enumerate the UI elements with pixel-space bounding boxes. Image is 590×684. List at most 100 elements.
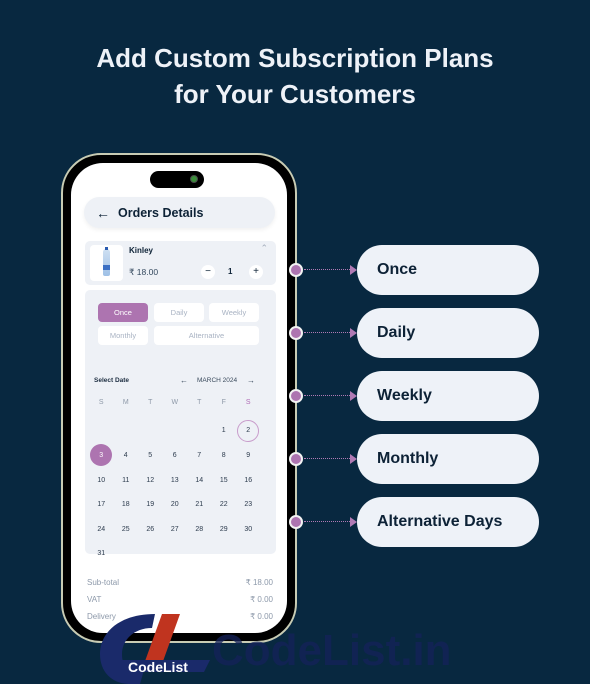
calendar-day[interactable]: 9 [236, 443, 261, 468]
totals-label: Sub-total [87, 578, 120, 587]
totals-row-vat: VAT ₹ 0.00 [87, 595, 273, 612]
calendar-day[interactable]: 30 [236, 517, 261, 542]
calendar-day-selected[interactable]: 3 [89, 443, 114, 468]
arrow-right-icon [350, 517, 357, 527]
calendar-day[interactable]: 28 [187, 517, 212, 542]
plan-option-daily[interactable]: Daily [154, 303, 204, 322]
calendar-day[interactable]: 12 [138, 468, 163, 493]
chevron-up-icon[interactable]: ⌃ [260, 243, 268, 254]
weekday-header: M [122, 399, 129, 406]
calendar-day[interactable]: 22 [212, 492, 237, 517]
arrow-right-icon [350, 454, 357, 464]
calendar-day[interactable]: 8 [212, 443, 237, 468]
totals-value: ₹ 18.00 [245, 578, 273, 587]
callout-label: Monthly [357, 434, 539, 484]
plan-option-once[interactable]: Once [98, 303, 148, 322]
plan-option-alternative[interactable]: Alternative [154, 326, 259, 345]
back-arrow-icon[interactable]: ← [96, 205, 110, 221]
product-thumbnail [90, 245, 123, 281]
logo-brand-text: CodeList [128, 659, 188, 675]
connector-dot [289, 263, 303, 277]
headline-line-1: Add Custom Subscription Plans [96, 43, 494, 73]
order-item-card: Kinley ₹ 18.00 ⌃ − 1 + [85, 241, 276, 285]
headline-line-2: for Your Customers [174, 79, 416, 109]
calendar-blank [187, 419, 212, 444]
calendar-day[interactable]: 25 [114, 517, 139, 542]
calendar-day[interactable]: 15 [212, 468, 237, 493]
calendar-day[interactable]: 31 [89, 542, 114, 567]
quantity-value: 1 [228, 267, 233, 276]
callout-label: Daily [357, 308, 539, 358]
weekday-header: W [171, 399, 179, 406]
weekday-header: S [245, 399, 251, 406]
calendar-day[interactable]: 21 [187, 492, 212, 517]
connector-line [304, 521, 352, 522]
connector-line [304, 269, 352, 270]
connector-dot [289, 389, 303, 403]
increase-quantity-button[interactable]: + [249, 265, 263, 279]
arrow-right-icon [350, 328, 357, 338]
calendar-day[interactable]: 20 [163, 492, 188, 517]
arrow-left-icon[interactable]: ← [180, 376, 188, 385]
calendar-day[interactable]: 24 [89, 517, 114, 542]
arrow-right-icon[interactable]: → [247, 376, 255, 385]
calendar-day[interactable]: 5 [138, 443, 163, 468]
calendar-day[interactable]: 1 [212, 419, 237, 444]
product-name: Kinley [129, 246, 154, 255]
arrow-right-icon [350, 265, 357, 275]
calendar-day[interactable]: 26 [138, 517, 163, 542]
plan-option-weekly[interactable]: Weekly [209, 303, 259, 322]
phone-mockup: ← Orders Details Kinley ₹ 18.00 ⌃ − 1 + … [61, 153, 297, 643]
calendar-day[interactable]: 7 [187, 443, 212, 468]
calendar-day[interactable]: 23 [236, 492, 261, 517]
phone-screen: ← Orders Details Kinley ₹ 18.00 ⌃ − 1 + … [71, 163, 287, 633]
calendar-day[interactable]: 6 [163, 443, 188, 468]
connector-line [304, 395, 352, 396]
connector-dot [289, 515, 303, 529]
weekday-header: T [148, 399, 153, 406]
weekday-header: F [221, 399, 226, 406]
callout-alternative-days: Alternative Days [289, 497, 539, 547]
calendar-day[interactable]: 2 [236, 419, 261, 444]
calendar-day[interactable]: 13 [163, 468, 188, 493]
calendar-day[interactable]: 16 [236, 468, 261, 493]
product-price: ₹ 18.00 [129, 267, 159, 277]
calendar-day[interactable]: 11 [114, 468, 139, 493]
connector-line [304, 332, 352, 333]
watermark-site-text: CodeList.in [212, 626, 452, 675]
weekday-header: S [98, 399, 104, 406]
totals-label: VAT [87, 595, 102, 604]
calendar-month: MARCH 2024 [197, 377, 238, 384]
connector-line [304, 458, 352, 459]
calendar-day[interactable]: 19 [138, 492, 163, 517]
phone-notch [150, 171, 204, 188]
water-bottle-icon [103, 247, 110, 276]
callout-daily: Daily [289, 308, 539, 358]
calendar-blank [89, 419, 114, 444]
calendar-blank [138, 419, 163, 444]
calendar-blank [163, 419, 188, 444]
subscription-plan-card: Once Daily Weekly Monthly Alternative Se… [85, 290, 276, 557]
calendar-day[interactable]: 4 [114, 443, 139, 468]
header-bar: ← Orders Details [84, 197, 275, 228]
callout-weekly: Weekly [289, 371, 539, 421]
calendar-day[interactable]: 17 [89, 492, 114, 517]
arrow-right-icon [350, 391, 357, 401]
calendar-day[interactable]: 27 [163, 517, 188, 542]
callout-label: Weekly [357, 371, 539, 421]
connector-dot [289, 452, 303, 466]
totals-value: ₹ 0.00 [250, 595, 273, 604]
calendar-day[interactable]: 10 [89, 468, 114, 493]
select-date-label: Select Date [94, 377, 130, 384]
calendar-day[interactable]: 14 [187, 468, 212, 493]
plan-option-monthly[interactable]: Monthly [98, 326, 148, 345]
calendar-day[interactable]: 18 [114, 492, 139, 517]
headline: Add Custom Subscription Plans for Your C… [0, 40, 590, 112]
decrease-quantity-button[interactable]: − [201, 265, 215, 279]
totals-row-subtotal: Sub-total ₹ 18.00 [87, 578, 273, 595]
weekday-header: T [197, 399, 202, 406]
callout-once: Once [289, 245, 539, 295]
connector-dot [289, 326, 303, 340]
calendar-grid: S M T W T F S 1 2 3 4 5 6 7 8 9 10 11 12 13 14 15 16 17 18 19 20 21… [89, 394, 261, 566]
calendar-day[interactable]: 29 [212, 517, 237, 542]
